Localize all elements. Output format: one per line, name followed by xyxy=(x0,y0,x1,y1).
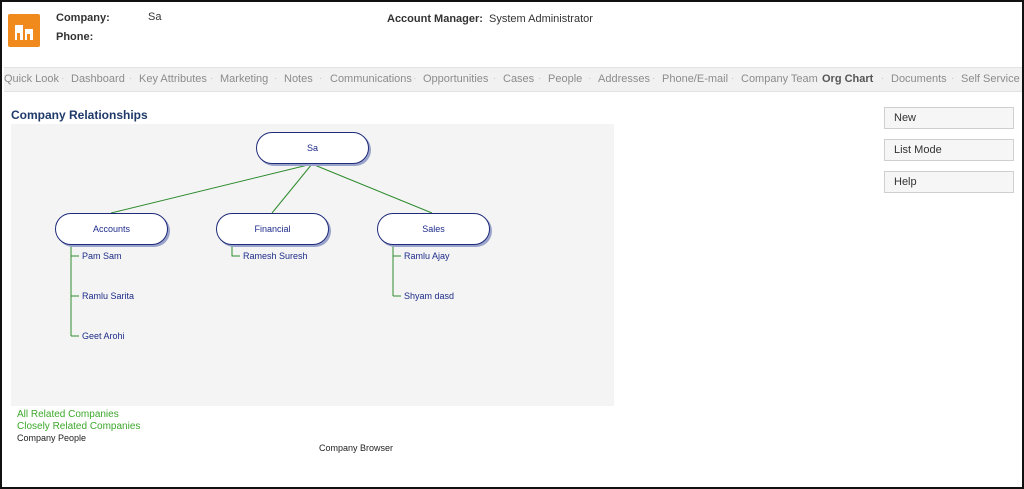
tab-separator: · xyxy=(274,73,278,84)
tab-opportunities[interactable]: Opportunities xyxy=(423,73,488,85)
help-button[interactable]: Help xyxy=(884,171,1014,193)
tab-separator: · xyxy=(881,73,885,84)
list-mode-button[interactable]: List Mode xyxy=(884,139,1014,161)
tab-dashboard[interactable]: Dashboard xyxy=(71,73,125,85)
org-member-pam-sam[interactable]: Pam Sam xyxy=(82,251,122,261)
tab-org-chart[interactable]: Org Chart xyxy=(822,73,873,85)
company-browser-link[interactable]: Company Browser xyxy=(319,443,393,453)
tab-separator: · xyxy=(731,73,735,84)
org-chart: Sa Accounts Financial Sales Pam Sam Raml… xyxy=(11,124,614,406)
org-node-root[interactable]: Sa xyxy=(256,132,369,164)
tab-separator: · xyxy=(413,73,417,84)
tab-addresses[interactable]: Addresses xyxy=(598,73,650,85)
tab-separator: · xyxy=(588,73,592,84)
tab-communications[interactable]: Communications xyxy=(330,73,412,85)
tab-key-attributes[interactable]: Key Attributes xyxy=(139,73,207,85)
org-chart-connectors xyxy=(70,163,433,337)
org-member-ramesh-suresh[interactable]: Ramesh Suresh xyxy=(243,251,308,261)
tab-separator: · xyxy=(812,73,816,84)
tab-bar: Quick Look · Dashboard · Key Attributes … xyxy=(4,67,1022,92)
tab-separator: · xyxy=(538,73,542,84)
tab-phone-email[interactable]: Phone/E-mail xyxy=(662,73,728,85)
org-node-sales[interactable]: Sales xyxy=(377,213,490,245)
tab-documents[interactable]: Documents xyxy=(891,73,947,85)
tab-marketing[interactable]: Marketing xyxy=(220,73,268,85)
section-title: Company Relationships xyxy=(11,108,148,122)
company-value: Sa xyxy=(148,11,162,23)
tab-separator: · xyxy=(493,73,497,84)
closely-related-companies-link[interactable]: Closely Related Companies xyxy=(17,421,140,432)
tab-separator: · xyxy=(652,73,656,84)
tab-self-service[interactable]: Self Service xyxy=(961,73,1020,85)
tab-cases[interactable]: Cases xyxy=(503,73,534,85)
all-related-companies-link[interactable]: All Related Companies xyxy=(17,409,119,420)
phone-label: Phone: xyxy=(56,31,94,43)
tab-quick-look[interactable]: Quick Look xyxy=(4,73,59,85)
tab-separator: · xyxy=(210,73,214,84)
company-people-link[interactable]: Company People xyxy=(17,433,86,443)
app-window: Company: Sa Phone: Account Manager: Syst… xyxy=(0,0,1024,489)
tab-people[interactable]: People xyxy=(548,73,582,85)
tab-separator: · xyxy=(951,73,955,84)
org-member-ramlu-ajay[interactable]: Ramlu Ajay xyxy=(404,251,450,261)
company-label: Company: xyxy=(56,12,110,24)
account-manager-value: System Administrator xyxy=(489,13,593,25)
org-member-shyam-dasd[interactable]: Shyam dasd xyxy=(404,291,454,301)
new-button[interactable]: New xyxy=(884,107,1014,129)
org-member-geet-arohi[interactable]: Geet Arohi xyxy=(82,331,125,341)
tab-separator: · xyxy=(319,73,323,84)
company-logo-icon xyxy=(8,14,40,47)
tab-notes[interactable]: Notes xyxy=(284,73,313,85)
tab-separator: · xyxy=(61,73,65,84)
account-manager-label: Account Manager: xyxy=(387,13,483,25)
tab-company-team[interactable]: Company Team xyxy=(741,73,818,85)
tab-separator: · xyxy=(129,73,133,84)
org-node-accounts[interactable]: Accounts xyxy=(55,213,168,245)
org-node-financial[interactable]: Financial xyxy=(216,213,329,245)
org-member-ramlu-sarita[interactable]: Ramlu Sarita xyxy=(82,291,134,301)
